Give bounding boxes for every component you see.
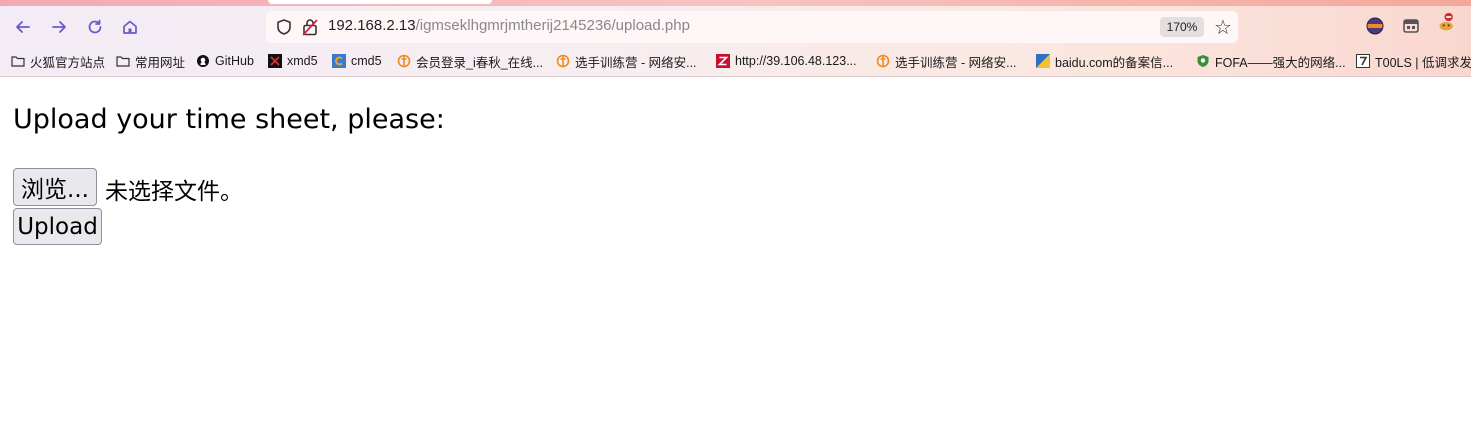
bookmark-label: 选手训练营 - 网络安...	[895, 55, 1017, 70]
bookmark-label: 常用网址	[135, 55, 186, 70]
xmd5-icon	[268, 54, 282, 68]
beian-icon	[1036, 54, 1050, 68]
bookmark-folder-firefox[interactable]: 火狐官方站点	[11, 50, 105, 72]
bookmark-xmd5[interactable]: xmd5	[268, 50, 318, 72]
url-bar[interactable]: 192.168.2.13/igmseklhgmrjmtherij2145236/…	[266, 11, 1238, 43]
bookmark-label: cmd5	[351, 54, 382, 68]
url-host: 192.168.2.13	[328, 17, 416, 34]
home-icon[interactable]	[117, 14, 143, 40]
bookmark-beian[interactable]: baidu.com的备案信...	[1036, 50, 1173, 72]
bookmark-training-camp-2[interactable]: 选手训练营 - 网络安...	[876, 50, 1017, 72]
reload-icon[interactable]	[82, 14, 108, 40]
ichunqiu-icon	[556, 54, 570, 68]
container-tabs-icon[interactable]	[1401, 16, 1421, 36]
upload-button[interactable]: Upload	[13, 208, 102, 245]
bookmark-label: 火狐官方站点	[30, 55, 106, 70]
zoom-level-badge[interactable]: 170%	[1160, 17, 1204, 37]
bookmark-training-camp-1[interactable]: 选手训练营 - 网络安...	[556, 50, 697, 72]
bookmark-label: 选手训练营 - 网络安...	[575, 55, 697, 70]
extension-icon[interactable]	[1365, 16, 1385, 36]
url-path: /igmseklhgmrjmtherij2145236/upload.php	[415, 17, 690, 34]
bookmark-label: http://39.106.48.123...	[735, 54, 857, 68]
bookmark-label: FOFA——强大的网络...	[1215, 55, 1346, 70]
bookmark-label: baidu.com的备案信...	[1055, 55, 1174, 70]
ichunqiu-icon	[876, 54, 890, 68]
bookmark-label: 会员登录_i春秋_在线...	[416, 55, 544, 70]
bookmark-ichunqiu-login[interactable]: 会员登录_i春秋_在线...	[397, 50, 543, 72]
ichunqiu-icon	[397, 54, 411, 68]
bookmark-label: T00LS | 低调求发展	[1375, 55, 1471, 70]
bookmark-label: GitHub	[215, 54, 254, 68]
insecure-lock-icon[interactable]	[301, 17, 319, 37]
url-text[interactable]: 192.168.2.13/igmseklhgmrjmtherij2145236/…	[328, 17, 690, 34]
bookmark-ip-link[interactable]: http://39.106.48.123...	[716, 50, 857, 72]
no-file-selected-text: 未选择文件。	[105, 179, 243, 205]
fox-extension-icon[interactable]	[1437, 12, 1457, 32]
bookmark-fofa[interactable]: FOFA——强大的网络...	[1196, 50, 1346, 72]
browse-file-button[interactable]: 浏览...	[13, 168, 97, 206]
bookmark-t00ls[interactable]: T00LS | 低调求发展	[1356, 50, 1471, 72]
tools-icon	[1356, 54, 1370, 68]
github-icon	[196, 54, 210, 68]
bookmark-folder-common[interactable]: 常用网址	[116, 50, 185, 72]
bookmark-star-icon[interactable]: ☆	[1214, 15, 1232, 39]
bookmarks-bar: 火狐官方站点 常用网址 GitHub xmd5 cmd5 会员登录_i春秋_在线…	[0, 50, 1471, 72]
bookmark-github[interactable]: GitHub	[196, 50, 254, 72]
fofa-icon	[1196, 54, 1210, 68]
bookmark-label: xmd5	[287, 54, 318, 68]
folder-icon	[116, 54, 130, 68]
z-icon	[716, 54, 730, 68]
tab-strip	[0, 0, 1471, 6]
forward-arrow-icon[interactable]	[46, 14, 72, 40]
bookmark-cmd5[interactable]: cmd5	[332, 50, 382, 72]
cmd5-icon	[332, 54, 346, 68]
folder-icon	[11, 54, 25, 68]
browser-chrome: 192.168.2.13/igmseklhgmrjmtherij2145236/…	[0, 0, 1471, 77]
back-arrow-icon[interactable]	[10, 14, 36, 40]
active-tab[interactable]	[268, 0, 492, 4]
page-heading: Upload your time sheet, please:	[13, 104, 445, 135]
shield-icon[interactable]	[275, 18, 293, 36]
